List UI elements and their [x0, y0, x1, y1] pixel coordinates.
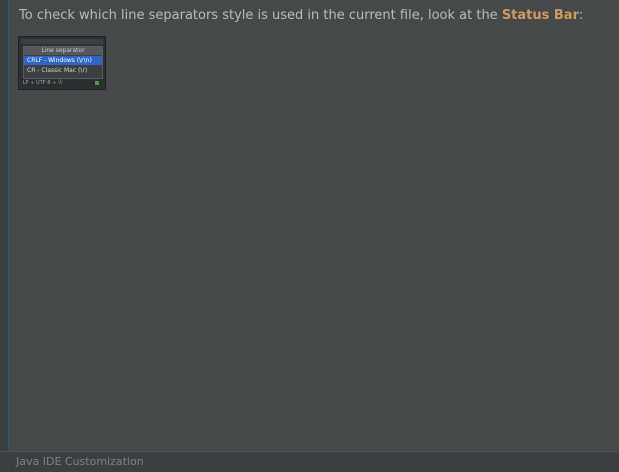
status-bar-highlight: Status Bar — [501, 8, 579, 23]
tip-text: To check which line separators style is … — [19, 7, 609, 25]
popup-title: Line separator — [24, 47, 102, 55]
thumbnail-status-bar: LF ÷ UTF-8 ÷ Ⓐ — [21, 79, 103, 87]
thumbnail-top-bar — [21, 39, 103, 44]
status-bar-text: LF ÷ UTF-8 ÷ Ⓐ — [23, 80, 63, 86]
tip-text-before: To check which line separators style is … — [19, 8, 502, 23]
footer-label: Java IDE Customization — [16, 455, 144, 468]
footer-bar: Java IDE Customization — [0, 451, 619, 472]
popup-item-crlf: CRLF - Windows (\r\n) — [24, 56, 102, 65]
memory-indicator-icon — [95, 81, 99, 85]
status-bar-thumbnail: Line separator CRLF - Windows (\r\n) CR … — [18, 36, 106, 90]
popup-item-cr: CR - Classic Mac (\r) — [27, 67, 88, 74]
line-separator-popup: Line separator CRLF - Windows (\r\n) CR … — [23, 46, 103, 79]
left-border — [0, 0, 9, 472]
tip-text-after: : — [579, 8, 584, 23]
